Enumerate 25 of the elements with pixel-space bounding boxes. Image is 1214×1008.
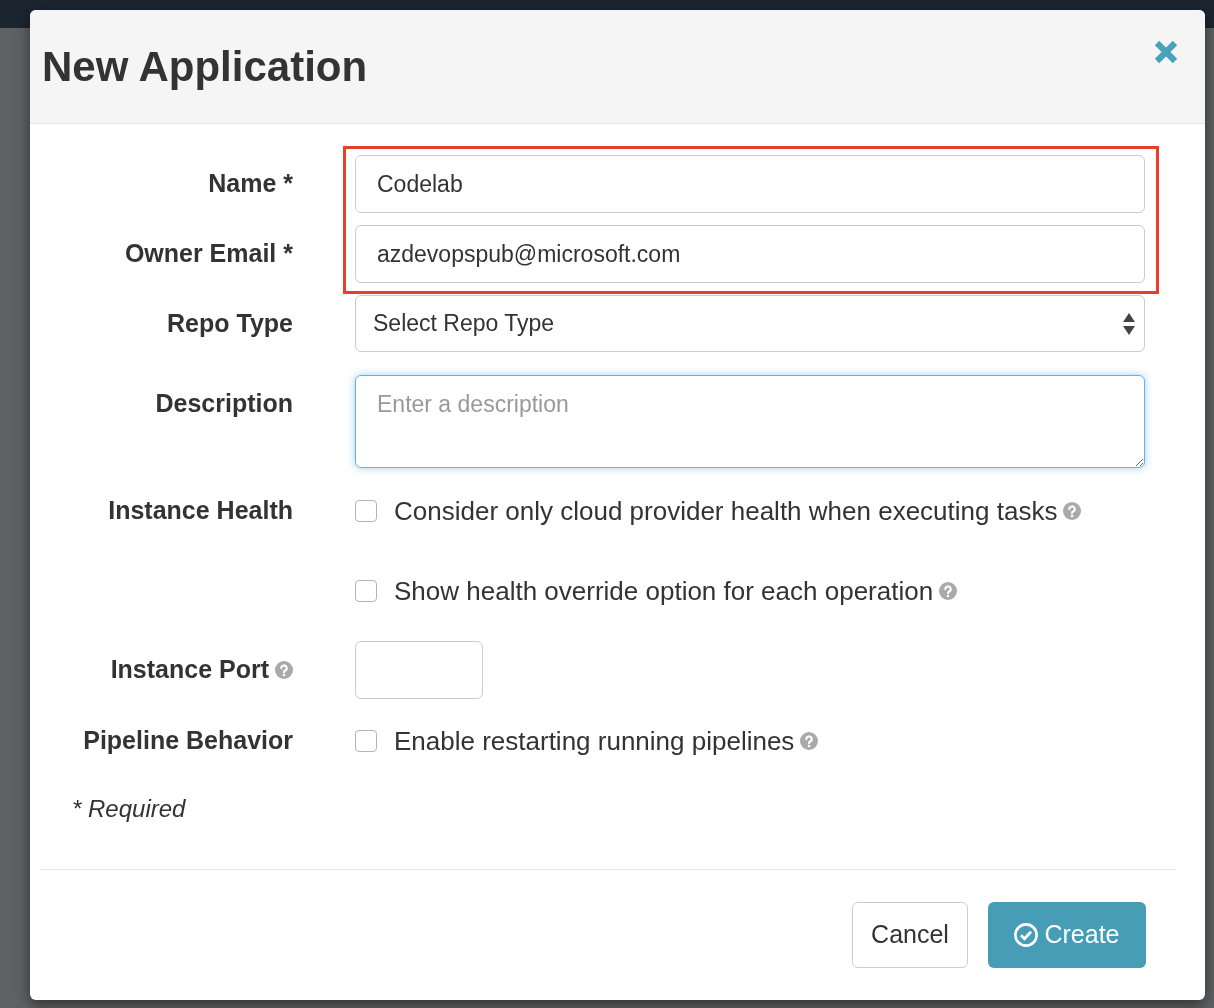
dialog-title: New Application (42, 45, 368, 88)
description-textarea[interactable]: Enter a description (355, 375, 1145, 468)
cancel-button[interactable]: Cancel (852, 902, 968, 968)
check-circle-icon (1014, 923, 1039, 947)
field-label: Repo Type (167, 308, 293, 340)
checkbox-label: Enable restarting running pipelines (394, 724, 795, 758)
field-label: Pipeline Behavior (83, 725, 293, 757)
field-label: Instance Health (108, 495, 293, 527)
field-label: Name * (208, 168, 293, 200)
port-input[interactable] (355, 641, 483, 699)
checkbox-label: Show health override option for each operation (394, 574, 934, 608)
field-label: Instance Port (110, 654, 269, 686)
checkbox[interactable] (355, 730, 377, 752)
checkbox-label: Consider only cloud provider health when executing tasks (394, 494, 1058, 528)
text-input[interactable]: azdevopspub@microsoft.com (355, 225, 1145, 283)
close-icon (1154, 40, 1178, 64)
text-input[interactable]: Codelab (355, 155, 1145, 213)
required-note: * Required (72, 794, 186, 824)
field-label: Description (155, 388, 293, 420)
checkbox[interactable] (355, 580, 377, 602)
close-button[interactable] (1154, 40, 1178, 64)
checkbox[interactable] (355, 500, 377, 522)
up-down-arrows-icon (1123, 313, 1135, 335)
field-label: Owner Email * (124, 238, 293, 270)
dropdown-select[interactable]: Select Repo Type (355, 295, 1145, 352)
